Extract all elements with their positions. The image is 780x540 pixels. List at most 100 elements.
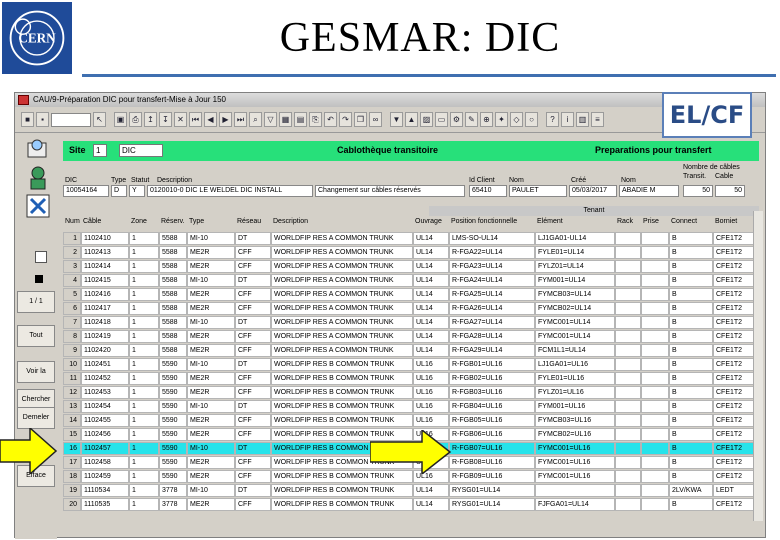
cell-ouvrage[interactable]: UL14 (413, 260, 449, 273)
cell-reserv[interactable]: 5590 (159, 414, 187, 427)
eraser-icon[interactable]: ◇ (510, 112, 523, 127)
cell-reseau[interactable]: DT (235, 232, 271, 245)
cell-zone[interactable]: 1 (129, 344, 159, 357)
cell-type[interactable]: ME2R (187, 260, 235, 273)
cell-reseau[interactable]: DT (235, 358, 271, 371)
print-icon[interactable]: ⎙ (129, 112, 142, 127)
cell-ouvrage[interactable]: UL14 (413, 288, 449, 301)
entry-form-icon[interactable] (25, 137, 51, 163)
table-row[interactable]: 4 1102415 1 5588 MI-10 DT WORLDFIP RES A COMMO… (63, 274, 763, 287)
cell-ouvrage[interactable]: UL14 (413, 274, 449, 287)
cell-reserv[interactable]: 5590 (159, 456, 187, 469)
cell-connect[interactable]: B (669, 288, 713, 301)
description2-field[interactable]: Changement sur câbles réservés (315, 185, 465, 197)
cell-prise[interactable] (641, 414, 669, 427)
person-icon[interactable] (25, 165, 51, 191)
undo-icon[interactable]: ↶ (324, 112, 337, 127)
cell-type[interactable]: MI-10 (187, 400, 235, 413)
cell-num[interactable]: 16 (63, 442, 81, 455)
cell-position[interactable]: R-FGB05=UL16 (449, 414, 535, 427)
cell-rack[interactable] (615, 428, 641, 441)
cell-cable[interactable]: 1102418 (81, 316, 129, 329)
cell-description[interactable]: WORLDFIP RES A COMMON TRUNK (271, 232, 413, 245)
cell-num[interactable]: 8 (63, 330, 81, 343)
grid-icon[interactable]: ▦ (279, 112, 292, 127)
cell-rack[interactable] (615, 498, 641, 511)
cell-num[interactable]: 9 (63, 344, 81, 357)
cell-num[interactable]: 18 (63, 470, 81, 483)
cell-prise[interactable] (641, 344, 669, 357)
cell-num[interactable]: 3 (63, 260, 81, 273)
cell-reserv[interactable]: 5588 (159, 260, 187, 273)
cree-field[interactable]: 05/03/2017 (569, 185, 617, 197)
cell-position[interactable]: R-FGA25=UL14 (449, 288, 535, 301)
site-code-input[interactable]: DIC (119, 144, 163, 157)
cell-type[interactable]: MI-10 (187, 358, 235, 371)
attach-icon[interactable]: ⎘ (309, 112, 322, 127)
cell-cable[interactable]: 1102419 (81, 330, 129, 343)
cell-zone[interactable]: 1 (129, 414, 159, 427)
next-record-icon[interactable]: ▶ (219, 112, 232, 127)
cell-position[interactable]: R-FGA27=UL14 (449, 316, 535, 329)
sort-up-icon[interactable]: ▲ (405, 112, 418, 127)
cell-connect[interactable]: 2LV/KWA (669, 484, 713, 497)
site-input[interactable]: 1 (93, 144, 107, 157)
cell-prise[interactable] (641, 288, 669, 301)
cell-rack[interactable] (615, 246, 641, 259)
cell-reserv[interactable]: 3778 (159, 484, 187, 497)
cell-num[interactable]: 19 (63, 484, 81, 497)
cell-cable[interactable]: 1102420 (81, 344, 129, 357)
cell-cable[interactable]: 1102414 (81, 260, 129, 273)
cell-zone[interactable]: 1 (129, 302, 159, 315)
cell-rack[interactable] (615, 344, 641, 357)
cell-element[interactable]: FCM1L1=UL14 (535, 344, 615, 357)
cell-reserv[interactable]: 5588 (159, 288, 187, 301)
folder-icon[interactable]: ▭ (435, 112, 448, 127)
cell-connect[interactable]: B (669, 358, 713, 371)
table-row[interactable]: 2 1102413 1 5588 ME2R CFF WORLDFIP RES A COMMO… (63, 246, 763, 259)
cell-description[interactable]: WORLDFIP RES B COMMON TRUNK (271, 358, 413, 371)
cell-reseau[interactable]: CFF (235, 260, 271, 273)
table-row[interactable]: 10 1102451 1 5590 MI-10 DT WORLDFIP RES B COMM… (63, 358, 763, 371)
cell-position[interactable]: LMS-SO-UL14 (449, 232, 535, 245)
cell-connect[interactable]: B (669, 330, 713, 343)
cell-reserv[interactable]: 5588 (159, 330, 187, 343)
cell-reserv[interactable]: 5590 (159, 428, 187, 441)
cell-type[interactable]: ME2R (187, 470, 235, 483)
cell-cable[interactable]: 1102416 (81, 288, 129, 301)
cell-description[interactable]: WORLDFIP RES B COMMON TRUNK (271, 484, 413, 497)
cell-position[interactable]: R-FGA26=UL14 (449, 302, 535, 315)
vertical-scrollbar[interactable] (753, 211, 763, 521)
cell-num[interactable]: 6 (63, 302, 81, 315)
cell-prise[interactable] (641, 442, 669, 455)
cell-reseau[interactable]: CFF (235, 414, 271, 427)
cell-type[interactable]: MI-10 (187, 442, 235, 455)
cell-type[interactable]: ME2R (187, 344, 235, 357)
cell-position[interactable]: R-FGB04=UL16 (449, 400, 535, 413)
cell-num[interactable]: 4 (63, 274, 81, 287)
cell-position[interactable]: R-FGB06=UL16 (449, 428, 535, 441)
cell-zone[interactable]: 1 (129, 274, 159, 287)
cell-type[interactable]: ME2R (187, 372, 235, 385)
cell-element[interactable]: FYMCB03=UL14 (535, 288, 615, 301)
cell-cable[interactable]: 1102454 (81, 400, 129, 413)
cell-num[interactable]: 11 (63, 372, 81, 385)
cell-prise[interactable] (641, 498, 669, 511)
zoom-icon[interactable]: ⊕ (480, 112, 493, 127)
cell-element[interactable]: FYMC001=UL16 (535, 470, 615, 483)
cell-zone[interactable]: 1 (129, 232, 159, 245)
cell-position[interactable]: RYSG01=UL14 (449, 498, 535, 511)
cell-type[interactable]: MI-10 (187, 484, 235, 497)
cell-prise[interactable] (641, 330, 669, 343)
cell-reserv[interactable]: 5588 (159, 274, 187, 287)
cell-reserv[interactable]: 5588 (159, 232, 187, 245)
cell-description[interactable]: WORLDFIP RES B COMMON TRUNK (271, 372, 413, 385)
cell-rack[interactable] (615, 288, 641, 301)
cell-zone[interactable]: 1 (129, 316, 159, 329)
sort-down-icon[interactable]: ▼ (390, 112, 403, 127)
table-row[interactable]: 8 1102419 1 5588 ME2R CFF WORLDFIP RES A COMMO… (63, 330, 763, 343)
link-icon[interactable]: ∞ (369, 112, 382, 127)
cell-cable[interactable]: 1110535 (81, 498, 129, 511)
table-row[interactable]: 13 1102454 1 5590 MI-10 DT WORLDFIP RES B COMM… (63, 400, 763, 413)
cell-position[interactable]: R-FGB07=UL16 (449, 442, 535, 455)
